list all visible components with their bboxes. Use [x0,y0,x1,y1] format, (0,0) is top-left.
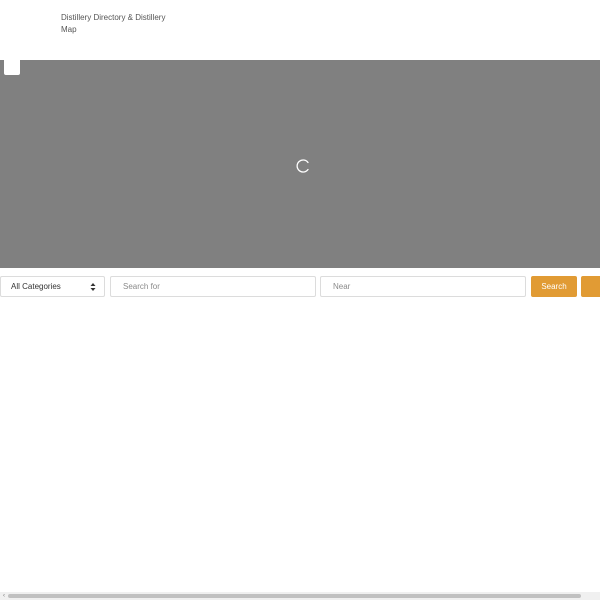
chevron-left-icon[interactable]: ‹ [1,593,7,599]
horizontal-scrollbar[interactable]: ‹ [0,592,600,600]
search-input[interactable]: Search for [110,276,316,297]
search-button[interactable]: Search [531,276,577,297]
map-container[interactable] [0,60,600,268]
scrollbar-thumb[interactable] [8,594,581,598]
near-input[interactable]: Near [320,276,526,297]
map-control-button[interactable] [4,60,20,75]
secondary-search-button[interactable] [581,276,600,297]
category-select-value: All Categories [11,282,61,291]
sort-arrows-icon [90,283,96,291]
category-select[interactable]: All Categories [0,276,105,297]
near-input-placeholder: Near [333,282,351,291]
search-bar: All Categories Search for Near Search [0,276,600,297]
spinner-icon [296,159,309,173]
site-title[interactable]: Distillery Directory & Distillery Map [61,12,171,36]
site-header: Distillery Directory & Distillery Map [0,0,600,60]
results-area [0,297,600,592]
search-input-placeholder: Search for [123,282,160,291]
